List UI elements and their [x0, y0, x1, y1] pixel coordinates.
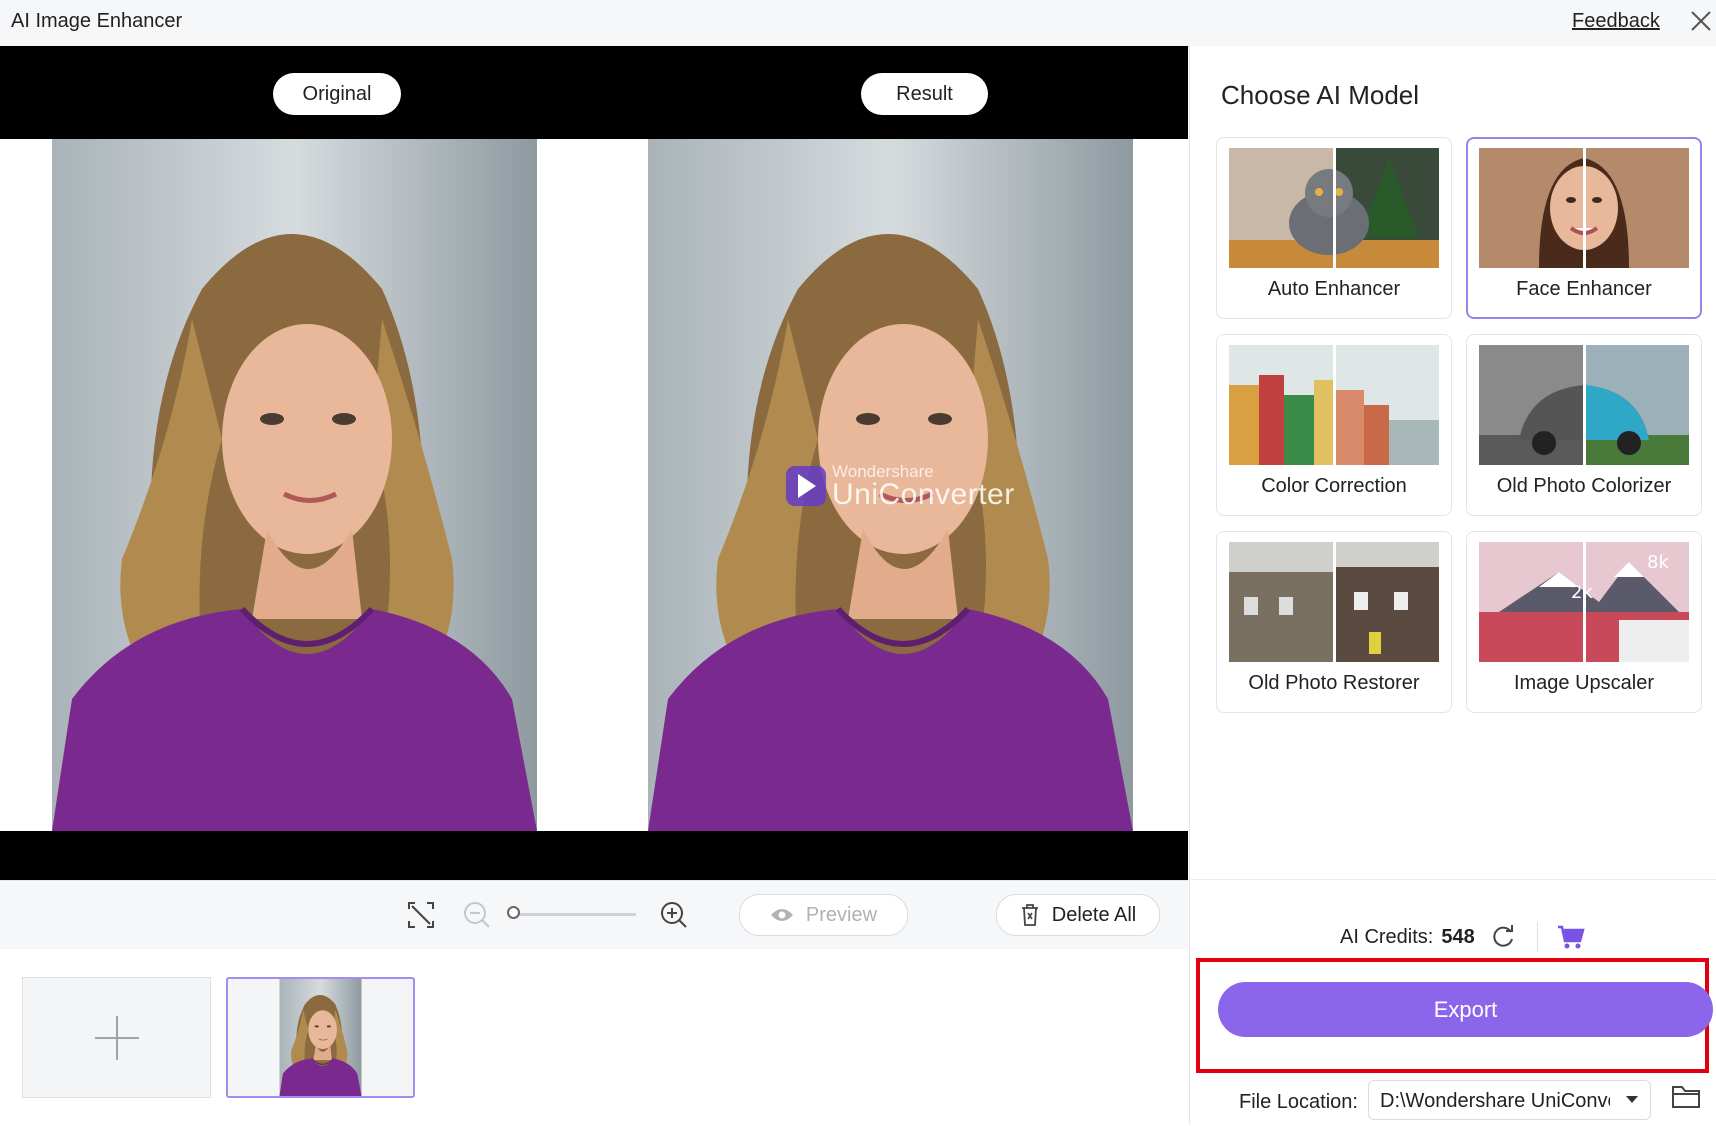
add-image-button[interactable]: [22, 977, 211, 1098]
original-image: [52, 139, 537, 831]
preview-label: Preview: [805, 903, 878, 926]
thumbnail-item[interactable]: [226, 977, 415, 1098]
zoom-slider-track[interactable]: [514, 913, 636, 916]
auto-enhancer-thumb: [1229, 148, 1439, 268]
upscale-badge-high: 8k: [1647, 552, 1669, 573]
feedback-link[interactable]: Feedback: [1572, 10, 1660, 33]
color-correction-thumb: [1229, 345, 1439, 465]
delete-all-button[interactable]: Delete All: [996, 894, 1160, 936]
comparison-viewer: Original Result Wondershare UniConverter: [0, 46, 1188, 880]
file-location-label: File Location:: [1239, 1091, 1358, 1113]
model-label: Face Enhancer: [1516, 278, 1652, 300]
zoom-in-icon[interactable]: [659, 900, 689, 930]
upscale-badge-low: 2k: [1571, 582, 1593, 603]
file-location-value: D:\Wondershare UniConverter: [1380, 1090, 1610, 1112]
zoom-slider-thumb[interactable]: [507, 906, 520, 919]
old-photo-restorer-thumb: [1229, 542, 1439, 662]
panel-title: Choose AI Model: [1221, 80, 1420, 110]
trash-icon: [1021, 904, 1038, 926]
panel-footer: AI Credits: 548 Export File Location: D:\…: [1190, 879, 1716, 1126]
uniconverter-logo-icon: [786, 466, 826, 506]
eye-icon: [770, 909, 793, 921]
model-card-color-correction[interactable]: Color Correction: [1216, 334, 1452, 516]
thumbnail-strip: [0, 949, 1188, 1125]
file-location-select[interactable]: D:\Wondershare UniConverter: [1368, 1080, 1651, 1120]
model-label: Color Correction: [1261, 475, 1407, 497]
cart-icon[interactable]: [1557, 924, 1585, 950]
delete-all-label: Delete All: [1051, 903, 1137, 926]
ai-model-panel: Choose AI Model Auto Enhancer Face Enhan…: [1189, 46, 1716, 1126]
result-label: Result: [861, 73, 988, 115]
image-upscaler-thumb: 8k 2k: [1479, 542, 1689, 662]
divider: [1537, 922, 1538, 952]
preview-button[interactable]: Preview: [739, 894, 908, 936]
model-label: Auto Enhancer: [1267, 278, 1401, 300]
ai-credits: AI Credits: 548: [1340, 926, 1475, 949]
refresh-icon[interactable]: [1490, 924, 1516, 950]
model-card-image-upscaler[interactable]: 8k 2k Image Upscaler: [1466, 531, 1702, 713]
folder-icon[interactable]: [1671, 1083, 1701, 1109]
model-label: Old Photo Restorer: [1248, 672, 1420, 694]
viewer-toolbar: Preview Delete All: [0, 880, 1188, 950]
zoom-out-icon[interactable]: [462, 900, 492, 930]
ai-credits-label: AI Credits:: [1340, 926, 1434, 948]
model-label: Old Photo Colorizer: [1496, 475, 1672, 497]
model-card-old-photo-colorizer[interactable]: Old Photo Colorizer: [1466, 334, 1702, 516]
close-icon[interactable]: [1686, 6, 1716, 36]
fit-screen-icon[interactable]: [406, 900, 436, 930]
face-enhancer-thumb: [1479, 148, 1689, 268]
original-label: Original: [273, 73, 401, 115]
model-card-auto-enhancer[interactable]: Auto Enhancer: [1216, 137, 1452, 319]
watermark-brand: UniConverter: [832, 478, 1015, 511]
model-label: Image Upscaler: [1513, 672, 1655, 694]
old-photo-colorizer-thumb: [1479, 345, 1689, 465]
export-button[interactable]: Export: [1218, 982, 1713, 1037]
ai-credits-value: 548: [1441, 926, 1475, 948]
model-card-old-photo-restorer[interactable]: Old Photo Restorer: [1216, 531, 1452, 713]
model-card-face-enhancer[interactable]: Face Enhancer: [1466, 137, 1702, 319]
title-bar: AI Image Enhancer Feedback: [0, 0, 1716, 47]
plus-icon: [95, 1016, 139, 1060]
chevron-down-icon: [1626, 1096, 1638, 1103]
thumbnail-image: [279, 979, 362, 1096]
app-title: AI Image Enhancer: [11, 10, 183, 32]
